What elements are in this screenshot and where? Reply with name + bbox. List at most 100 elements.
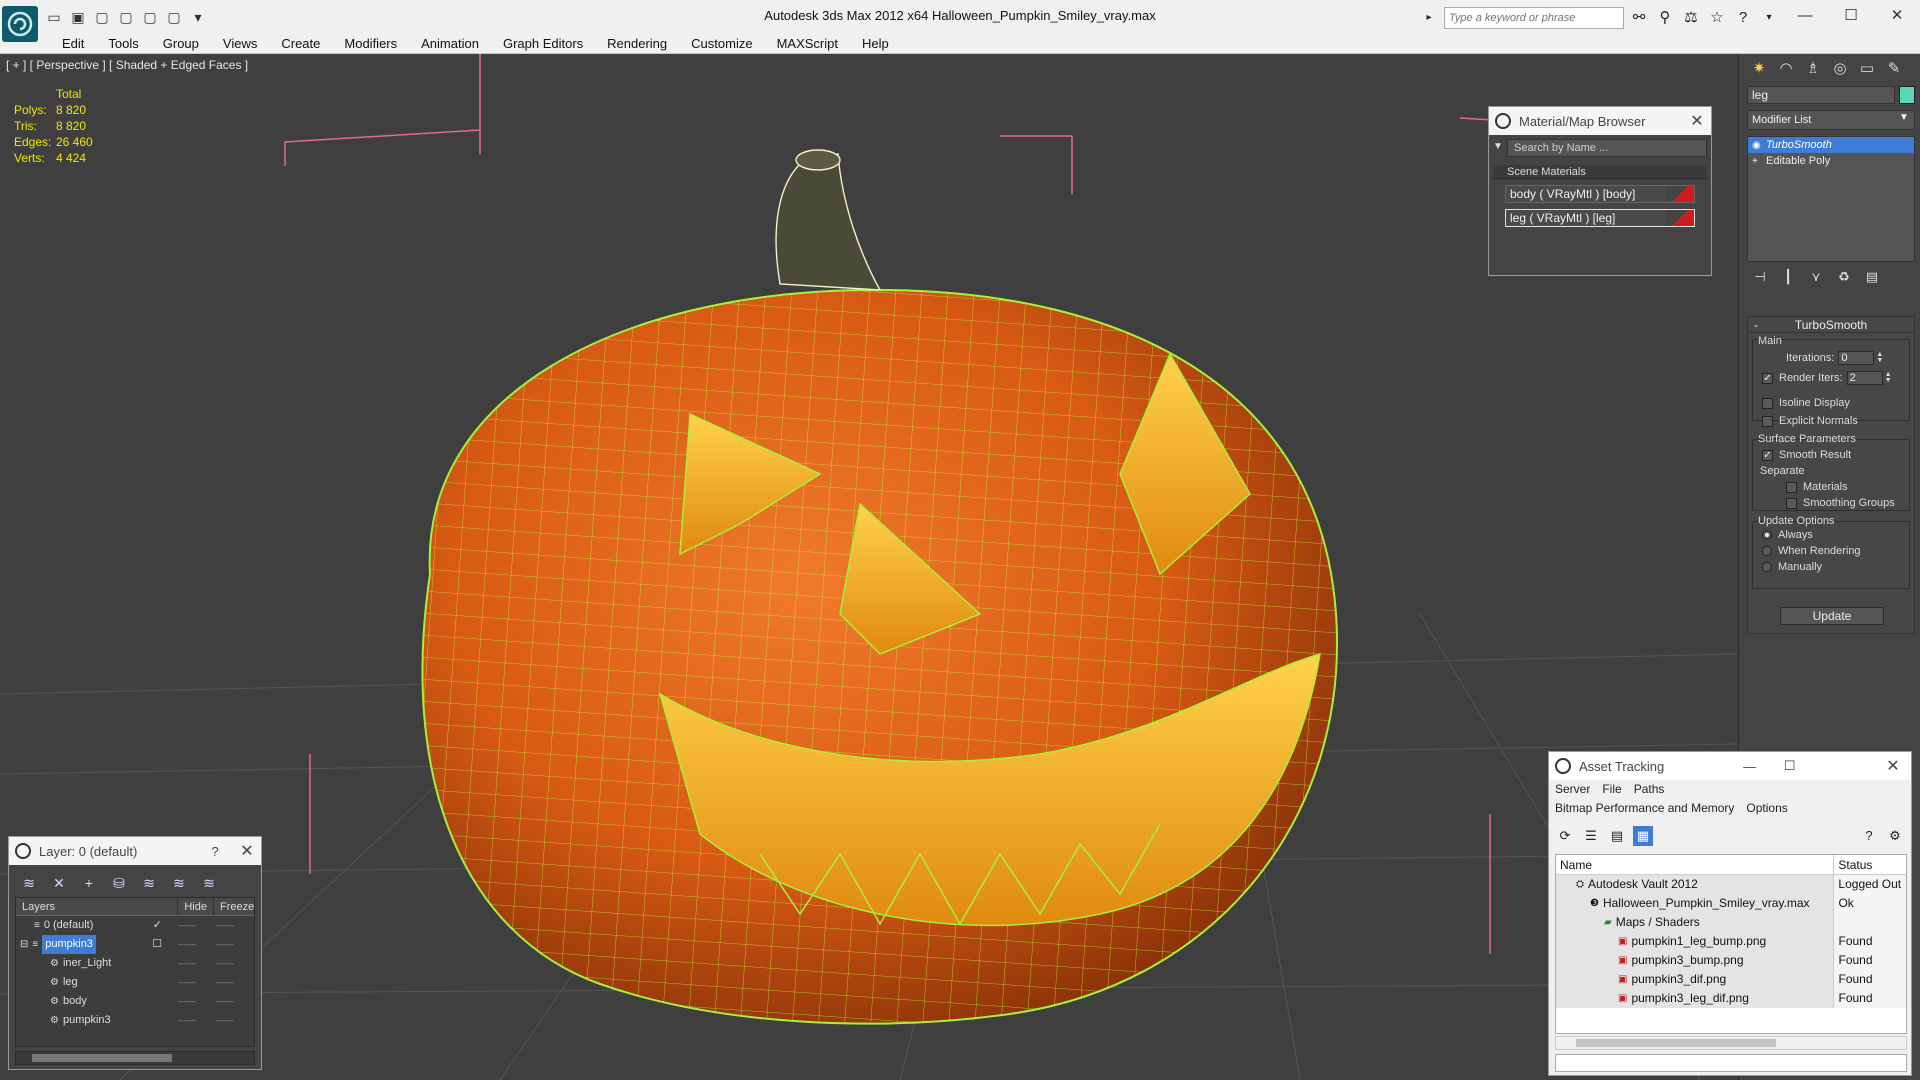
close-button[interactable]: ✕ bbox=[1874, 0, 1920, 32]
column-name[interactable]: Name bbox=[1556, 855, 1835, 874]
stack-item-turbosmooth[interactable]: ◉ TurboSmooth bbox=[1748, 137, 1914, 153]
minimize-button[interactable]: — bbox=[1782, 0, 1828, 32]
column-freeze[interactable]: Freeze bbox=[214, 898, 254, 915]
layer-manager-titlebar[interactable]: Layer: 0 (default) ? ✕ bbox=[9, 837, 261, 865]
hide-toggle[interactable]: —— bbox=[168, 1011, 206, 1030]
menu-customize[interactable]: Customize bbox=[679, 34, 764, 53]
binoculars-icon[interactable]: ⚯ bbox=[1628, 7, 1650, 29]
help-icon[interactable]: ? bbox=[1859, 826, 1879, 846]
menu-animation[interactable]: Animation bbox=[409, 34, 491, 53]
scrollbar-thumb[interactable] bbox=[1576, 1039, 1776, 1047]
table-view-icon[interactable]: ▦ bbox=[1633, 826, 1653, 846]
always-radio[interactable] bbox=[1762, 530, 1772, 540]
column-status[interactable]: Status bbox=[1834, 855, 1906, 874]
search-expand-icon[interactable]: ▸ bbox=[1418, 7, 1440, 29]
minimize-button[interactable]: — bbox=[1730, 759, 1770, 774]
asset-row[interactable]: ▣ pumpkin1_leg_bump.png Found bbox=[1556, 932, 1906, 951]
menu-rendering[interactable]: Rendering bbox=[595, 34, 679, 53]
layer-object-row[interactable]: ⚙ iner_Light —— —— bbox=[16, 954, 254, 973]
expand-icon[interactable]: + bbox=[1752, 156, 1766, 167]
fetch-icon[interactable]: ▢ bbox=[164, 8, 184, 26]
menu-views[interactable]: Views bbox=[211, 34, 269, 53]
freeze-toggle[interactable]: —— bbox=[206, 916, 244, 935]
menu-server[interactable]: Server bbox=[1555, 780, 1590, 799]
freeze-all-layers-icon[interactable]: ≋ bbox=[199, 873, 219, 893]
material-search-input[interactable]: Search by Name ... bbox=[1507, 139, 1707, 157]
help-icon[interactable]: ? bbox=[1732, 7, 1754, 29]
menu-file[interactable]: File bbox=[1602, 780, 1621, 799]
delete-layer-icon[interactable]: ✕ bbox=[49, 873, 69, 893]
open-file-icon[interactable]: ▭ bbox=[44, 8, 64, 26]
spinner-arrows-icon[interactable]: ▲ ▼ bbox=[1876, 351, 1883, 364]
object-color-swatch[interactable] bbox=[1899, 86, 1915, 104]
modify-tab-icon[interactable]: ◠ bbox=[1774, 58, 1798, 80]
horizontal-scrollbar[interactable] bbox=[15, 1051, 255, 1065]
maximize-button[interactable]: ☐ bbox=[1770, 758, 1810, 774]
modifier-list-dropdown[interactable]: Modifier List bbox=[1747, 110, 1915, 130]
layer-row[interactable]: ≡ 0 (default) ✓ —— —— bbox=[16, 916, 254, 935]
display-tab-icon[interactable]: ▭ bbox=[1855, 58, 1879, 80]
collapse-icon[interactable]: ⊟ bbox=[20, 935, 28, 954]
remove-modifier-icon[interactable]: ♻ bbox=[1835, 268, 1853, 286]
new-layer-icon[interactable]: ≋ bbox=[19, 873, 39, 893]
menu-paths[interactable]: Paths bbox=[1634, 780, 1665, 799]
render-iters-checkbox[interactable]: ✓ bbox=[1762, 372, 1773, 384]
list-view-icon[interactable]: ☰ bbox=[1581, 826, 1601, 846]
layer-object-row[interactable]: ⚙ leg —— —— bbox=[16, 973, 254, 992]
hide-toggle[interactable]: —— bbox=[168, 973, 206, 992]
hold-icon[interactable]: ▢ bbox=[140, 8, 160, 26]
configure-sets-icon[interactable]: ▤ bbox=[1863, 268, 1881, 286]
add-to-layer-icon[interactable]: + bbox=[79, 873, 99, 893]
menu-options[interactable]: Options bbox=[1746, 799, 1787, 818]
options-dropdown-icon[interactable]: ▼ bbox=[1493, 141, 1503, 152]
menu-edit[interactable]: Edit bbox=[50, 34, 96, 53]
asset-row[interactable]: ▣ pumpkin3_dif.png Found bbox=[1556, 970, 1906, 989]
menu-group[interactable]: Group bbox=[151, 34, 211, 53]
close-icon[interactable]: ✕ bbox=[1875, 756, 1911, 776]
column-layers[interactable]: Layers bbox=[16, 898, 179, 915]
settings-icon[interactable]: ⚙ bbox=[1885, 826, 1905, 846]
explicit-normals-checkbox[interactable] bbox=[1762, 415, 1773, 427]
menu-bitmap-performance[interactable]: Bitmap Performance and Memory bbox=[1555, 799, 1734, 818]
viewport-label[interactable]: [ + ] [ Perspective ] [ Shaded + Edged F… bbox=[6, 58, 248, 72]
freeze-toggle[interactable]: —— bbox=[206, 992, 244, 1011]
menu-tools[interactable]: Tools bbox=[96, 34, 150, 53]
spinner-arrows-icon[interactable]: ▲ ▼ bbox=[1885, 371, 1892, 384]
hide-all-layers-icon[interactable]: ≋ bbox=[169, 873, 189, 893]
subscription-icon[interactable]: ⚲ bbox=[1654, 7, 1676, 29]
help-dropdown-icon[interactable]: ▾ bbox=[1758, 7, 1780, 29]
redo-icon[interactable]: ▢ bbox=[116, 8, 136, 26]
isoline-checkbox[interactable] bbox=[1762, 397, 1773, 409]
keyword-search-input[interactable] bbox=[1444, 7, 1624, 29]
column-hide[interactable]: Hide bbox=[178, 898, 214, 915]
scrollbar-thumb[interactable] bbox=[32, 1054, 172, 1062]
freeze-toggle[interactable]: —— bbox=[206, 1011, 244, 1030]
hide-toggle[interactable]: —— bbox=[168, 916, 206, 935]
hide-toggle[interactable]: —— bbox=[168, 992, 206, 1011]
menu-graph-editors[interactable]: Graph Editors bbox=[491, 34, 595, 53]
asset-row[interactable]: ❸ Halloween_Pumpkin_Smiley_vray.max Ok bbox=[1556, 894, 1906, 913]
active-layer-check[interactable]: ✓ bbox=[153, 916, 162, 935]
material-item-body[interactable]: body ( VRayMtl ) [body] bbox=[1505, 185, 1695, 203]
material-item-leg[interactable]: leg ( VRayMtl ) [leg] bbox=[1505, 209, 1695, 227]
save-icon[interactable]: ▣ bbox=[68, 8, 88, 26]
maximize-button[interactable]: ☐ bbox=[1828, 0, 1874, 32]
undo-icon[interactable]: ▢ bbox=[92, 8, 112, 26]
favorites-star-icon[interactable]: ☆ bbox=[1706, 7, 1728, 29]
layer-object-row[interactable]: ⚙ body —— —— bbox=[16, 992, 254, 1011]
close-icon[interactable]: ✕ bbox=[233, 841, 261, 861]
menu-create[interactable]: Create bbox=[269, 34, 332, 53]
horizontal-scrollbar[interactable] bbox=[1555, 1036, 1907, 1050]
create-tab-icon[interactable]: ✷ bbox=[1747, 58, 1771, 80]
when-rendering-radio[interactable] bbox=[1762, 546, 1772, 556]
stack-item-editable-poly[interactable]: + Editable Poly bbox=[1748, 153, 1914, 169]
smoothing-groups-checkbox[interactable] bbox=[1786, 497, 1797, 509]
freeze-toggle[interactable]: —— bbox=[206, 935, 244, 954]
make-unique-icon[interactable]: ⋎ bbox=[1807, 268, 1825, 286]
asset-tracking-titlebar[interactable]: Asset Tracking — ☐ ✕ bbox=[1549, 752, 1911, 780]
refresh-icon[interactable]: ⟳ bbox=[1555, 826, 1575, 846]
iterations-spinner[interactable]: 0 bbox=[1838, 351, 1875, 365]
layer-row[interactable]: ⊟ ≡ pumpkin3 ☐ —— —— bbox=[16, 935, 254, 954]
close-icon[interactable]: ✕ bbox=[1683, 111, 1711, 131]
scene-materials-group[interactable]: Scene Materials bbox=[1493, 165, 1707, 179]
